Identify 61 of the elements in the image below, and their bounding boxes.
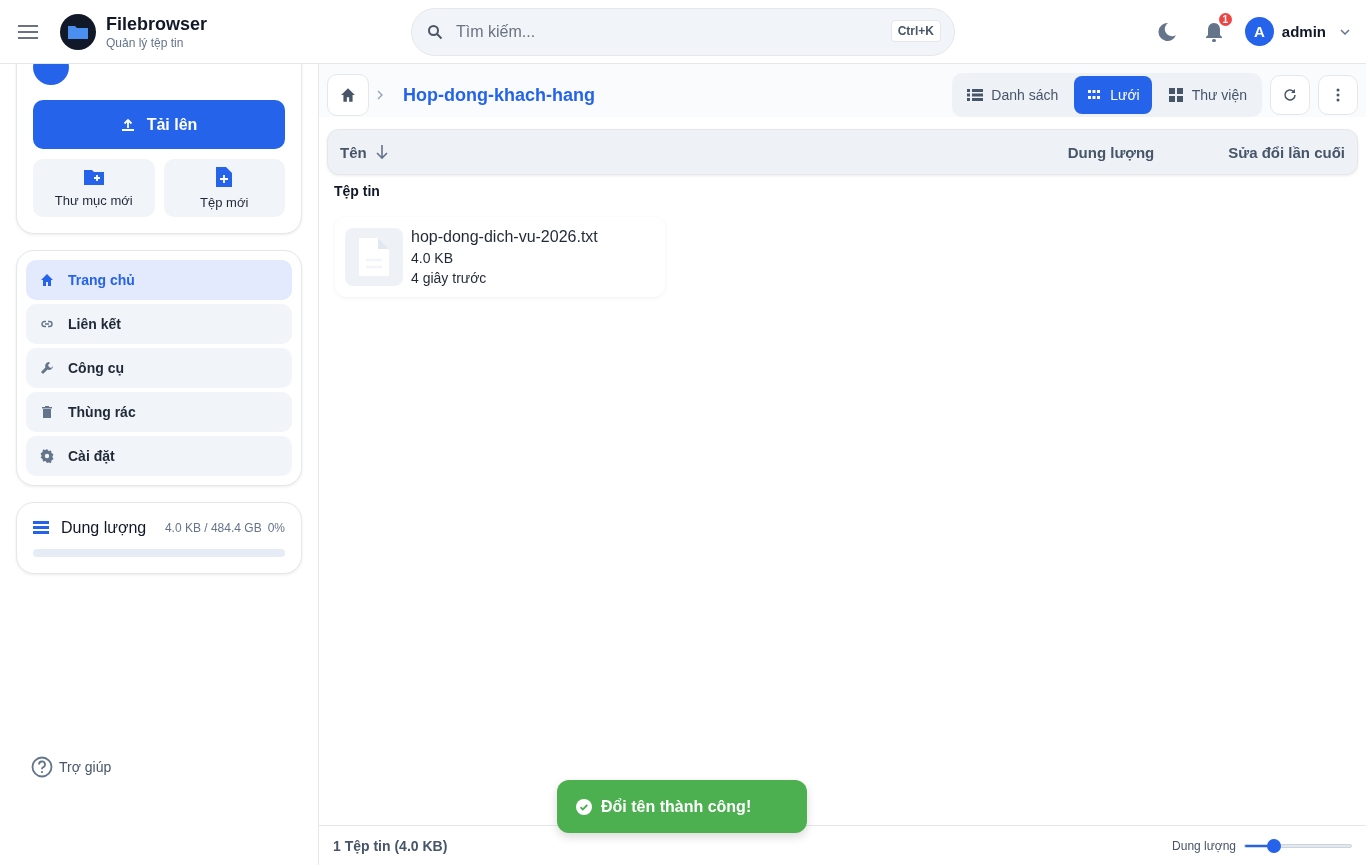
arrow-down-icon [374,144,389,160]
view-tab[interactable]: Lưới [1074,76,1152,114]
search-icon [427,23,443,40]
chevron-down-icon [1340,28,1350,35]
app-subtitle: Quản lý tệp tin [106,35,185,50]
list-icon [967,88,984,102]
refresh-button[interactable] [1270,75,1310,115]
storage-icon [33,521,49,535]
home-button[interactable] [327,74,369,116]
app-name: Filebrowser [106,13,208,35]
column-header[interactable]: Tên [340,143,1068,161]
view-tab[interactable]: Thư viện [1155,76,1259,114]
file-name: hop-dong-dich-vu-2026.txt [411,228,598,246]
user-avatar: A [1244,17,1274,46]
moon-icon[interactable] [1156,21,1177,42]
upload-button[interactable]: Tải lên [33,100,285,149]
storage-usage: 4.0 KB / 484.4 GB [164,521,262,535]
user-menu[interactable]: A admin [1244,17,1350,46]
new-file-button[interactable]: Tệp mới [163,159,285,217]
new-folder-button[interactable]: Thư mục mới [33,159,155,217]
column-header[interactable]: Sửa đổi lần cuối [1228,143,1345,161]
home-icon [40,273,54,287]
settings-icon [40,449,54,463]
status-summary: 1 Tệp tin (4.0 KB) [333,837,448,854]
section-label: Tệp tin [334,183,381,199]
trash-icon [40,405,54,419]
nav-item[interactable]: Thùng rác [26,392,292,432]
nav-item[interactable]: Trang chủ [26,260,292,300]
menu-icon[interactable] [18,23,38,40]
file-card[interactable]: hop-dong-dich-vu-2026.txt 4.0 KB 4 giây trước [335,217,665,297]
refresh-icon [1283,88,1297,102]
breadcrumb-link[interactable]: Hop-dong-khach-hang [403,84,595,106]
tiles-icon [1167,88,1184,102]
user-name: admin [1281,23,1326,40]
toast-message: Đổi tên thành công! [601,797,752,816]
grid-icon [1086,88,1103,102]
size-slider[interactable] [1244,837,1352,854]
column-header[interactable]: Dung lượng [1067,143,1155,161]
notification-badge: 1 [1218,12,1232,26]
help-link[interactable]: Trợ giúp [31,756,302,778]
storage-label: Dung lượng [61,519,148,537]
bell-icon[interactable] [1204,20,1223,43]
wrench-icon [40,361,54,375]
nav-item[interactable]: Công cụ [26,348,292,388]
check-circle-icon [575,797,593,816]
file-modified: 4 giây trước [411,270,488,286]
folder-logo-icon [60,13,96,50]
file-plus-icon [216,166,233,187]
storage-percent: 0% [267,521,285,535]
nav-item[interactable]: Cài đặt [26,436,292,476]
home-icon [340,87,356,103]
help-icon [31,756,53,778]
folder-plus-icon [83,168,104,185]
more-icon [1336,88,1340,102]
document-icon [359,238,389,276]
size-label: Dung lượng [1172,838,1236,853]
nav-item[interactable]: Liên kết [26,304,292,344]
view-tab[interactable]: Danh sách [955,76,1071,114]
file-size: 4.0 KB [411,250,455,266]
chevron-right-icon [377,90,383,100]
upload-icon [120,117,135,132]
